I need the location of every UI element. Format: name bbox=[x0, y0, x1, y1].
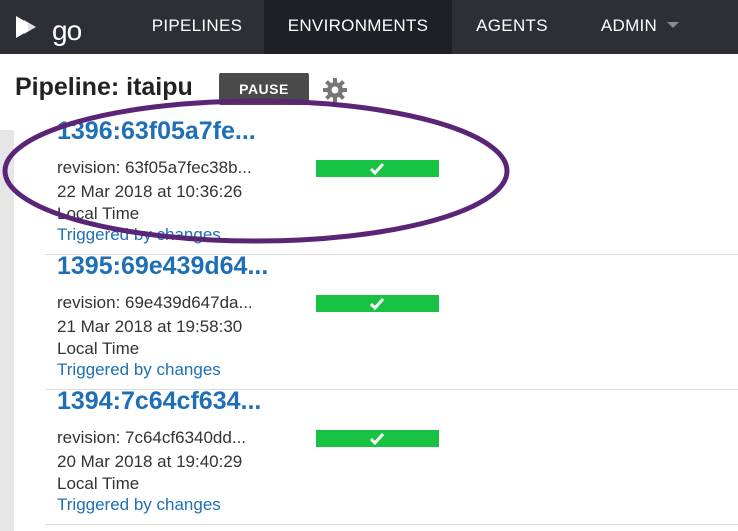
run-date: 22 Mar 2018 at 10:36:26 bbox=[57, 182, 243, 201]
stage-status-bar[interactable] bbox=[316, 160, 439, 177]
checkmark-icon bbox=[369, 163, 385, 175]
pipeline-run-row: 1394:7c64cf634... revision: 7c64cf6340dd… bbox=[45, 387, 738, 525]
nav-admin[interactable]: ADMIN bbox=[580, 0, 700, 54]
nav-pipelines[interactable]: PIPELINES bbox=[133, 0, 261, 54]
nav-environments[interactable]: ENVIRONMENTS bbox=[264, 0, 452, 54]
page-title: Pipeline: itaipu bbox=[15, 73, 193, 101]
top-nav-bar: go PIPELINES ENVIRONMENTS AGENTS ADMIN bbox=[0, 0, 738, 54]
run-trigger-link[interactable]: Triggered by changes bbox=[57, 360, 221, 380]
pipeline-run-row: 1395:69e439d64... revision: 69e439d647da… bbox=[45, 252, 738, 390]
run-label-link[interactable]: 1395:69e439d64... bbox=[57, 252, 268, 281]
history-scroll-track bbox=[0, 130, 14, 531]
run-revision: revision: 7c64cf6340dd... bbox=[57, 428, 247, 447]
run-timezone: Local Time bbox=[57, 204, 140, 223]
run-trigger-link[interactable]: Triggered by changes bbox=[57, 225, 221, 245]
stage-status-bar[interactable] bbox=[316, 295, 439, 312]
pause-button[interactable]: PAUSE bbox=[219, 73, 309, 105]
nav-pipelines-label: PIPELINES bbox=[151, 16, 243, 35]
nav-admin-label: ADMIN bbox=[600, 16, 658, 35]
run-timezone: Local Time bbox=[57, 339, 140, 358]
checkmark-icon bbox=[369, 298, 385, 310]
pipeline-run-row: 1396:63f05a7fe... revision: 63f05a7fec38… bbox=[45, 117, 738, 255]
logo-text: go bbox=[52, 15, 82, 46]
checkmark-icon bbox=[369, 433, 385, 445]
nav-agents-label: AGENTS bbox=[476, 16, 548, 35]
nav-agents[interactable]: AGENTS bbox=[458, 0, 566, 54]
run-label-link[interactable]: 1396:63f05a7fe... bbox=[57, 117, 256, 146]
caret-down-icon bbox=[667, 21, 680, 28]
run-trigger-link[interactable]: Triggered by changes bbox=[57, 495, 221, 515]
stage-status-bar[interactable] bbox=[316, 430, 439, 447]
run-date: 20 Mar 2018 at 19:40:29 bbox=[57, 452, 243, 471]
go-logo[interactable]: go bbox=[14, 10, 84, 46]
run-date: 21 Mar 2018 at 19:58:30 bbox=[57, 317, 243, 336]
run-revision: revision: 69e439d647da... bbox=[57, 293, 253, 312]
nav-environments-label: ENVIRONMENTS bbox=[287, 16, 429, 35]
run-label-link[interactable]: 1394:7c64cf634... bbox=[57, 387, 261, 416]
run-revision: revision: 63f05a7fec38b... bbox=[57, 158, 252, 177]
run-timezone: Local Time bbox=[57, 474, 140, 493]
gear-icon[interactable] bbox=[322, 77, 348, 103]
go-logo-icon bbox=[16, 16, 36, 38]
